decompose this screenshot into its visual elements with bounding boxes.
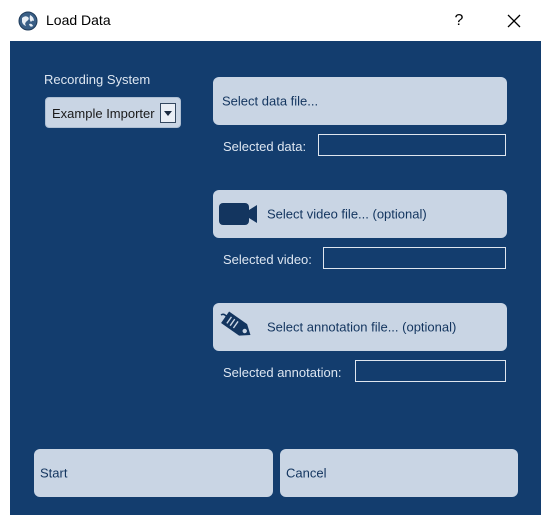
cancel-label: Cancel: [286, 465, 327, 481]
help-button[interactable]: ?: [444, 6, 474, 36]
selected-annotation-label: Selected annotation:: [223, 365, 342, 380]
video-camera-icon: [219, 203, 257, 225]
select-video-button[interactable]: Select video file... (optional): [213, 190, 507, 238]
close-icon: [507, 14, 521, 28]
recording-system-dropdown[interactable]: Example Importer: [45, 97, 181, 128]
selected-video-field[interactable]: [323, 247, 506, 269]
selected-data-label: Selected data:: [223, 139, 307, 154]
cancel-button[interactable]: Cancel: [280, 449, 518, 497]
select-video-label: Select video file... (optional): [267, 206, 427, 222]
start-label: Start: [40, 465, 68, 481]
close-button[interactable]: [499, 6, 529, 36]
selected-video-label: Selected video:: [223, 252, 312, 267]
select-annotation-button[interactable]: Select annotation file... (optional): [213, 303, 507, 351]
window-title: Load Data: [46, 12, 111, 28]
select-annotation-label: Select annotation file... (optional): [267, 319, 457, 335]
selected-data-field[interactable]: [318, 134, 506, 156]
select-data-button[interactable]: Select data file...: [213, 77, 507, 125]
dialog-panel: Recording System Example Importer Select…: [10, 41, 541, 515]
globe-icon: [18, 11, 38, 31]
title-bar: Load Data ?: [0, 0, 550, 40]
tag-icon: [220, 311, 251, 336]
start-button[interactable]: Start: [34, 449, 273, 497]
selected-annotation-field[interactable]: [355, 360, 506, 382]
recording-system-value: Example Importer: [52, 106, 155, 121]
recording-system-label: Recording System: [44, 72, 151, 87]
select-data-label: Select data file...: [222, 93, 319, 109]
chevron-down-icon[interactable]: [160, 103, 176, 123]
